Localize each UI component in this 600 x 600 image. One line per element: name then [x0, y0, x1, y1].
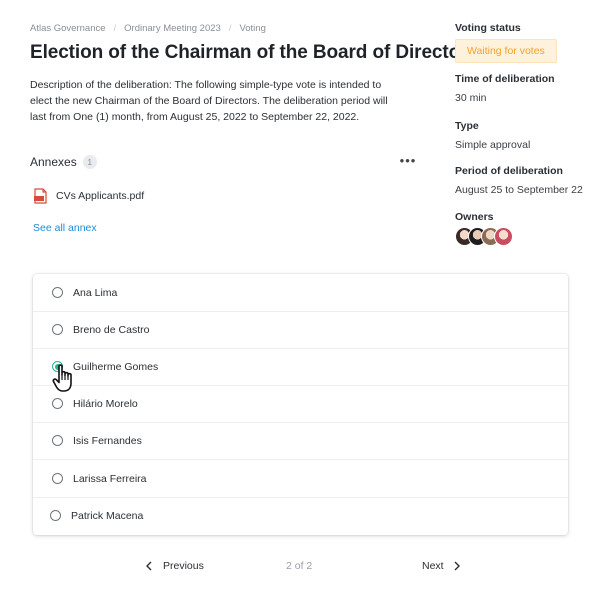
radio-button[interactable] [50, 510, 61, 521]
type-label: Type [455, 120, 479, 132]
page-title: Election of the Chairman of the Board of… [30, 42, 478, 63]
radio-button[interactable] [52, 398, 63, 409]
radio-button[interactable] [52, 473, 63, 484]
vote-option-label: Ana Lima [73, 286, 118, 299]
vote-option-label: Breno de Castro [73, 323, 150, 336]
vote-option-label: Isis Fernandes [73, 434, 142, 447]
radio-button[interactable] [52, 324, 63, 335]
vote-option[interactable]: Hilário Morelo [33, 385, 568, 423]
time-section: Time of deliberation 30 min [455, 73, 595, 104]
annexes-count-badge: 1 [82, 155, 97, 169]
status-badge: Waiting for votes [455, 39, 557, 63]
period-section: Period of deliberation August 25 to Sept… [455, 165, 595, 196]
breadcrumb-item-meeting[interactable]: Ordinary Meeting 2023 [124, 23, 221, 34]
voting-status-section: Voting status Waiting for votes [455, 22, 595, 63]
breadcrumb-separator: / [113, 23, 117, 34]
vote-option-label: Larissa Ferreira [73, 472, 147, 485]
vote-option-label: Hilário Morelo [73, 397, 138, 410]
breadcrumb-item-voting[interactable]: Voting [239, 23, 265, 34]
vote-option-label: Patrick Macena [71, 509, 144, 522]
radio-button[interactable] [52, 287, 63, 298]
type-section: Type Simple approval [455, 120, 595, 151]
vote-option[interactable]: Ana Lima [33, 274, 568, 312]
chevron-left-icon [146, 561, 152, 571]
vote-option[interactable]: Larissa Ferreira [33, 460, 568, 498]
annexes-label: Annexes [30, 155, 77, 169]
breadcrumb: Atlas Governance / Ordinary Meeting 2023… [30, 23, 266, 34]
annexes-header: Annexes 1 [30, 155, 97, 169]
breadcrumb-item-org[interactable]: Atlas Governance [30, 23, 106, 34]
vote-option[interactable]: Isis Fernandes [33, 422, 568, 460]
chevron-right-icon [454, 561, 460, 571]
annex-file-item[interactable]: CVs Applicants.pdf [34, 188, 144, 204]
breadcrumb-separator: / [228, 23, 232, 34]
vote-option[interactable]: Guilherme Gomes [33, 348, 568, 386]
time-label: Time of deliberation [455, 73, 555, 85]
type-value: Simple approval [455, 139, 531, 151]
radio-button[interactable] [52, 435, 63, 446]
owners-label: Owners [455, 211, 494, 223]
annex-file-name: CVs Applicants.pdf [56, 190, 145, 202]
voting-options-card: Ana Lima Breno de Castro Guilherme Gomes… [33, 274, 568, 535]
see-all-annex-link[interactable]: See all annex [33, 222, 97, 234]
period-label: Period of deliberation [455, 165, 563, 177]
next-label: Next [422, 560, 444, 572]
next-button[interactable]: Next [422, 560, 460, 572]
page-indicator: 2 of 2 [286, 560, 313, 572]
vote-option[interactable]: Breno de Castro [33, 311, 568, 349]
voting-status-label: Voting status [455, 22, 521, 34]
previous-button[interactable]: Previous [146, 560, 204, 572]
period-value: August 25 to September 22 [455, 184, 583, 196]
previous-label: Previous [163, 560, 204, 572]
vote-option-label: Guilherme Gomes [73, 360, 159, 373]
more-horizontal-icon[interactable]: ••• [398, 153, 418, 168]
time-value: 30 min [455, 92, 487, 104]
deliberation-description: Description of the deliberation: The fol… [30, 79, 388, 123]
owners-avatars [455, 227, 595, 246]
vote-option[interactable]: Patrick Macena [33, 497, 568, 534]
owners-section: Owners [455, 211, 595, 246]
avatar[interactable] [494, 227, 513, 246]
pdf-file-icon [34, 188, 47, 204]
hand-pointer-cursor-icon [52, 364, 72, 392]
